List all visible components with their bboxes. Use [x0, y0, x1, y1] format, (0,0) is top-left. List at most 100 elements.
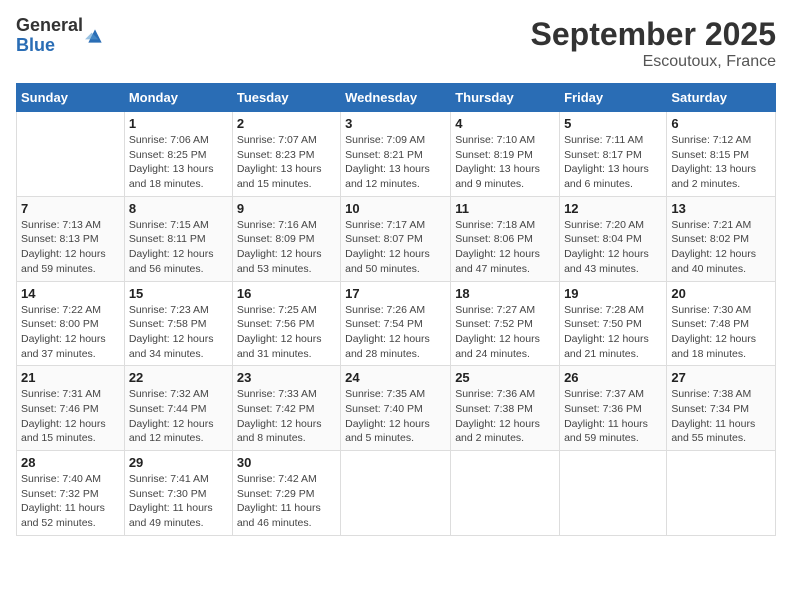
- day-info: Sunrise: 7:21 AM Sunset: 8:02 PM Dayligh…: [671, 218, 771, 277]
- day-number: 24: [345, 370, 446, 385]
- day-number: 1: [129, 116, 228, 131]
- location: Escoutoux, France: [531, 53, 776, 71]
- day-info: Sunrise: 7:18 AM Sunset: 8:06 PM Dayligh…: [455, 218, 555, 277]
- day-number: 2: [237, 116, 336, 131]
- day-info: Sunrise: 7:12 AM Sunset: 8:15 PM Dayligh…: [671, 133, 771, 192]
- calendar-cell: 30 Sunrise: 7:42 AM Sunset: 7:29 PM Dayli…: [232, 451, 340, 536]
- day-number: 15: [129, 286, 228, 301]
- day-number: 18: [455, 286, 555, 301]
- day-number: 23: [237, 370, 336, 385]
- day-number: 9: [237, 201, 336, 216]
- day-info: Sunrise: 7:33 AM Sunset: 7:42 PM Dayligh…: [237, 387, 336, 446]
- day-number: 25: [455, 370, 555, 385]
- header-saturday: Saturday: [667, 84, 776, 112]
- day-info: Sunrise: 7:25 AM Sunset: 7:56 PM Dayligh…: [237, 303, 336, 362]
- calendar-cell: 4 Sunrise: 7:10 AM Sunset: 8:19 PM Daylig…: [451, 112, 560, 197]
- calendar-cell: [341, 451, 451, 536]
- day-info: Sunrise: 7:35 AM Sunset: 7:40 PM Dayligh…: [345, 387, 446, 446]
- day-info: Sunrise: 7:06 AM Sunset: 8:25 PM Dayligh…: [129, 133, 228, 192]
- calendar-cell: 15 Sunrise: 7:23 AM Sunset: 7:58 PM Dayli…: [124, 281, 232, 366]
- day-info: Sunrise: 7:30 AM Sunset: 7:48 PM Dayligh…: [671, 303, 771, 362]
- calendar-header: Sunday Monday Tuesday Wednesday Thursday…: [17, 84, 776, 112]
- calendar-cell: 20 Sunrise: 7:30 AM Sunset: 7:48 PM Dayli…: [667, 281, 776, 366]
- header-tuesday: Tuesday: [232, 84, 340, 112]
- calendar-cell: 17Sunrise: 7:26 AM Sunset: 7:54 PM Dayli…: [341, 281, 451, 366]
- calendar-cell: 8Sunrise: 7:15 AM Sunset: 8:11 PM Daylig…: [124, 196, 232, 281]
- calendar-cell: 28Sunrise: 7:40 AM Sunset: 7:32 PM Dayli…: [17, 451, 125, 536]
- day-info: Sunrise: 7:36 AM Sunset: 7:38 PM Dayligh…: [455, 387, 555, 446]
- day-info: Sunrise: 7:42 AM Sunset: 7:29 PM Dayligh…: [237, 472, 336, 531]
- day-info: Sunrise: 7:07 AM Sunset: 8:23 PM Dayligh…: [237, 133, 336, 192]
- day-number: 21: [21, 370, 120, 385]
- page-header: General Blue September 2025 Escoutoux, F…: [16, 16, 776, 71]
- day-number: 29: [129, 455, 228, 470]
- day-info: Sunrise: 7:27 AM Sunset: 7:52 PM Dayligh…: [455, 303, 555, 362]
- calendar-cell: [667, 451, 776, 536]
- day-info: Sunrise: 7:32 AM Sunset: 7:44 PM Dayligh…: [129, 387, 228, 446]
- calendar-cell: 16Sunrise: 7:25 AM Sunset: 7:56 PM Dayli…: [232, 281, 340, 366]
- calendar-week-4: 28Sunrise: 7:40 AM Sunset: 7:32 PM Dayli…: [17, 451, 776, 536]
- header-friday: Friday: [560, 84, 667, 112]
- title-block: September 2025 Escoutoux, France: [531, 16, 776, 71]
- calendar-cell: 29 Sunrise: 7:41 AM Sunset: 7:30 PM Dayli…: [124, 451, 232, 536]
- day-number: 12: [564, 201, 662, 216]
- calendar-cell: 5Sunrise: 7:11 AM Sunset: 8:17 PM Daylig…: [560, 112, 667, 197]
- day-number: 20: [671, 286, 771, 301]
- calendar-week-0: 1 Sunrise: 7:06 AM Sunset: 8:25 PM Daylig…: [17, 112, 776, 197]
- day-info: Sunrise: 7:38 AM Sunset: 7:34 PM Dayligh…: [671, 387, 771, 446]
- day-info: Sunrise: 7:37 AM Sunset: 7:36 PM Dayligh…: [564, 387, 662, 446]
- day-number: 4: [455, 116, 555, 131]
- calendar-cell: 12 Sunrise: 7:20 AM Sunset: 8:04 PM Dayli…: [560, 196, 667, 281]
- day-info: Sunrise: 7:20 AM Sunset: 8:04 PM Dayligh…: [564, 218, 662, 277]
- calendar-cell: 13 Sunrise: 7:21 AM Sunset: 8:02 PM Dayli…: [667, 196, 776, 281]
- calendar-week-1: 7Sunrise: 7:13 AM Sunset: 8:13 PM Daylig…: [17, 196, 776, 281]
- day-number: 5: [564, 116, 662, 131]
- calendar-cell: [451, 451, 560, 536]
- calendar-cell: 23 Sunrise: 7:33 AM Sunset: 7:42 PM Dayli…: [232, 366, 340, 451]
- calendar-cell: 19Sunrise: 7:28 AM Sunset: 7:50 PM Dayli…: [560, 281, 667, 366]
- calendar-cell: 10 Sunrise: 7:17 AM Sunset: 8:07 PM Dayli…: [341, 196, 451, 281]
- day-info: Sunrise: 7:15 AM Sunset: 8:11 PM Dayligh…: [129, 218, 228, 277]
- calendar-table: Sunday Monday Tuesday Wednesday Thursday…: [16, 83, 776, 536]
- calendar-cell: 9 Sunrise: 7:16 AM Sunset: 8:09 PM Daylig…: [232, 196, 340, 281]
- day-number: 7: [21, 201, 120, 216]
- calendar-cell: 22 Sunrise: 7:32 AM Sunset: 7:44 PM Dayli…: [124, 366, 232, 451]
- calendar-cell: 3 Sunrise: 7:09 AM Sunset: 8:21 PM Daylig…: [341, 112, 451, 197]
- day-number: 11: [455, 201, 555, 216]
- header-row: Sunday Monday Tuesday Wednesday Thursday…: [17, 84, 776, 112]
- day-info: Sunrise: 7:31 AM Sunset: 7:46 PM Dayligh…: [21, 387, 120, 446]
- day-info: Sunrise: 7:10 AM Sunset: 8:19 PM Dayligh…: [455, 133, 555, 192]
- calendar-cell: 6 Sunrise: 7:12 AM Sunset: 8:15 PM Daylig…: [667, 112, 776, 197]
- day-number: 3: [345, 116, 446, 131]
- day-number: 30: [237, 455, 336, 470]
- day-number: 19: [564, 286, 662, 301]
- day-info: Sunrise: 7:41 AM Sunset: 7:30 PM Dayligh…: [129, 472, 228, 531]
- calendar-cell: [17, 112, 125, 197]
- day-number: 28: [21, 455, 120, 470]
- logo-icon: [85, 26, 105, 46]
- day-info: Sunrise: 7:23 AM Sunset: 7:58 PM Dayligh…: [129, 303, 228, 362]
- calendar-cell: 1 Sunrise: 7:06 AM Sunset: 8:25 PM Daylig…: [124, 112, 232, 197]
- day-info: Sunrise: 7:09 AM Sunset: 8:21 PM Dayligh…: [345, 133, 446, 192]
- day-number: 10: [345, 201, 446, 216]
- calendar-week-2: 14Sunrise: 7:22 AM Sunset: 8:00 PM Dayli…: [17, 281, 776, 366]
- logo: General Blue: [16, 16, 105, 56]
- logo-general: General: [16, 16, 83, 36]
- calendar-cell: 25 Sunrise: 7:36 AM Sunset: 7:38 PM Dayli…: [451, 366, 560, 451]
- day-info: Sunrise: 7:17 AM Sunset: 8:07 PM Dayligh…: [345, 218, 446, 277]
- header-thursday: Thursday: [451, 84, 560, 112]
- day-info: Sunrise: 7:16 AM Sunset: 8:09 PM Dayligh…: [237, 218, 336, 277]
- day-number: 6: [671, 116, 771, 131]
- calendar-week-3: 21 Sunrise: 7:31 AM Sunset: 7:46 PM Dayli…: [17, 366, 776, 451]
- day-number: 22: [129, 370, 228, 385]
- calendar-body: 1 Sunrise: 7:06 AM Sunset: 8:25 PM Daylig…: [17, 112, 776, 536]
- day-number: 13: [671, 201, 771, 216]
- header-monday: Monday: [124, 84, 232, 112]
- calendar-cell: 14Sunrise: 7:22 AM Sunset: 8:00 PM Dayli…: [17, 281, 125, 366]
- calendar-cell: 21 Sunrise: 7:31 AM Sunset: 7:46 PM Dayli…: [17, 366, 125, 451]
- calendar-cell: 27Sunrise: 7:38 AM Sunset: 7:34 PM Dayli…: [667, 366, 776, 451]
- calendar-cell: 11 Sunrise: 7:18 AM Sunset: 8:06 PM Dayli…: [451, 196, 560, 281]
- calendar-cell: 26Sunrise: 7:37 AM Sunset: 7:36 PM Dayli…: [560, 366, 667, 451]
- day-number: 14: [21, 286, 120, 301]
- logo-blue: Blue: [16, 36, 83, 56]
